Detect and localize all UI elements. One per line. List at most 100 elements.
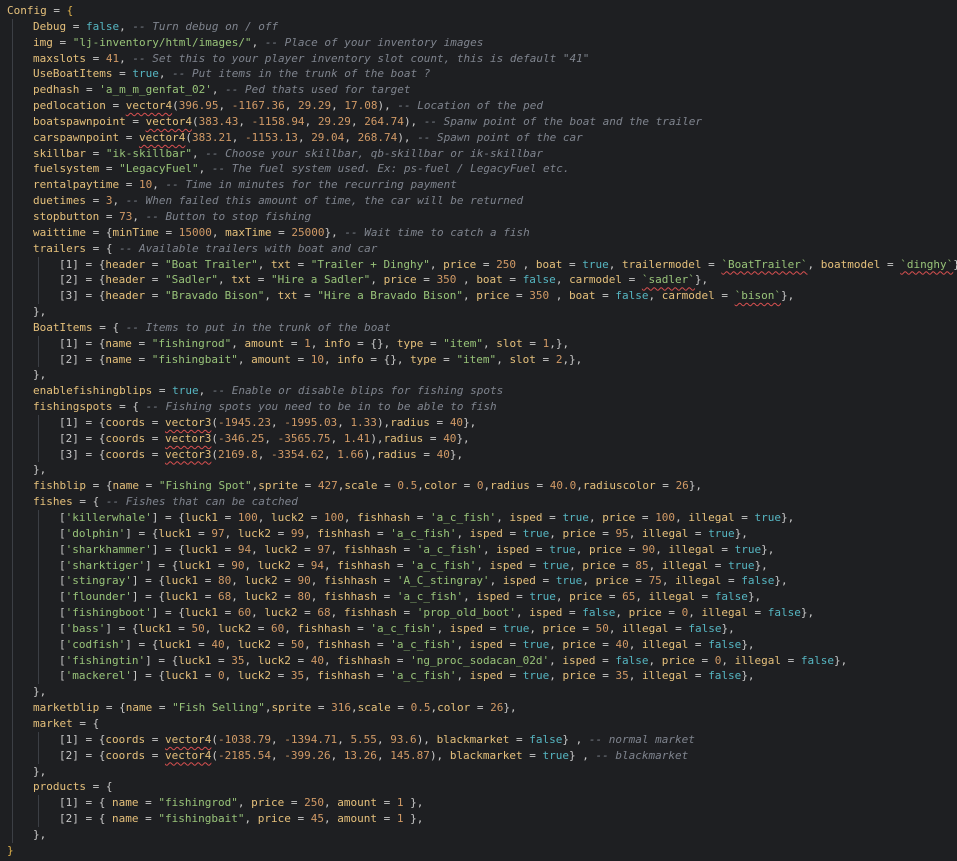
code-token: }, (953, 258, 957, 271)
code-token: true (754, 511, 782, 524)
code-token: = (152, 701, 173, 715)
code-line[interactable]: [2] = { name = "fishingbait", price = 45… (0, 811, 957, 827)
code-line[interactable]: UseBoatItems = true, -- Put items in the… (0, 66, 957, 83)
code-token: img (33, 35, 53, 49)
code-line[interactable]: }, (0, 684, 957, 701)
code-token: , (555, 590, 570, 604)
code-token: true (582, 257, 609, 271)
code-token: 'fishingtin' (65, 653, 146, 667)
code-line[interactable]: fuelsystem = "LegacyFuel", -- The fuel s… (0, 161, 957, 178)
code-line[interactable]: ['sharktiger'] = {luck1 = 90, luck2 = 94… (0, 557, 957, 574)
code-line[interactable]: ['bass'] = {luck1 = 50, luck2 = 60, fish… (0, 620, 957, 637)
code-line[interactable]: carspawnpoint = vector4(383.21, -1153.13… (0, 129, 957, 146)
code-token: [ (59, 574, 66, 588)
code-line[interactable]: trailers = { -- Available trailers with … (0, 240, 957, 257)
code-token: , (661, 574, 676, 588)
code-line[interactable]: img = "lj-inventory/html/images/", -- Pl… (0, 34, 957, 51)
code-line[interactable]: skillbar = "ik-skillbar", -- Choose your… (0, 145, 957, 162)
code-token: }, (403, 812, 424, 826)
code-line[interactable]: }, (0, 826, 957, 843)
code-token: maxslots (33, 51, 86, 65)
code-line[interactable]: products = { (0, 779, 957, 796)
code-token: = (217, 542, 238, 556)
code-token: = (370, 637, 391, 651)
code-line[interactable]: }, (0, 367, 957, 384)
code-token: coords (105, 732, 146, 746)
indent-guide (12, 525, 13, 542)
code-editor[interactable]: Config = {Debug = false, -- Turn debug o… (0, 0, 957, 861)
code-line[interactable]: } (0, 843, 957, 859)
code-line-content: ['fishingboot'] = {luck1 = 60, luck2 = 6… (7, 606, 814, 619)
code-token: 'sharktiger' (65, 558, 146, 572)
code-token: 94 (237, 542, 252, 556)
code-token: , (198, 162, 212, 176)
code-line[interactable]: pedhash = 'a_m_m_genfat_02', -- Ped that… (0, 82, 957, 99)
code-token: products (33, 780, 86, 794)
code-line[interactable]: maxslots = 41, -- Set this to your playe… (0, 50, 957, 67)
code-token: -- Time in minutes for the recurring pay… (165, 178, 457, 192)
code-line[interactable]: ['dolphin'] = {luck1 = 97, luck2 = 99, f… (0, 525, 957, 542)
code-line[interactable]: market = { (0, 715, 957, 732)
code-token: isped (529, 606, 563, 620)
code-token: luck1 (184, 511, 218, 524)
code-token: = (628, 574, 649, 588)
code-line[interactable]: ['sharkhammer'] = {luck1 = 94, luck2 = 9… (0, 541, 957, 558)
code-line[interactable]: [2] = {name = "fishingbait", amount = 10… (0, 351, 957, 368)
code-line[interactable]: pedlocation = vector4(396.95, -1167.36, … (0, 98, 957, 114)
code-line-content: enablefishingblips = true, -- Enable or … (7, 384, 503, 397)
code-line[interactable]: ['stingray'] = {luck1 = 80, luck2 = 90, … (0, 573, 957, 590)
code-token: illegal (701, 606, 748, 620)
code-token: = (198, 590, 218, 604)
code-line[interactable]: duetimes = 3, -- When failed this amount… (0, 193, 957, 209)
code-token: = (661, 606, 682, 620)
code-line[interactable]: [3] = {coords = vector3(2169.8, -3354.62… (0, 446, 957, 463)
code-line[interactable]: }, (0, 304, 957, 320)
code-line[interactable]: [1] = {name = "fishingrod", amount = 1, … (0, 335, 957, 352)
code-line[interactable]: ['codfish'] = {luck1 = 40, luck2 = 50, f… (0, 636, 957, 653)
code-token: carspawnpoint (33, 130, 120, 144)
code-line[interactable]: [3] = {header = "Bravado Bison", txt = "… (0, 288, 957, 305)
code-token: , (608, 621, 623, 635)
code-line[interactable]: }, (0, 763, 957, 780)
code-token: 350 (436, 273, 457, 287)
indent-guide (38, 557, 39, 574)
code-token: 250 (304, 796, 324, 810)
code-line[interactable]: [2] = {header = "Sadler", txt = "Hire a … (0, 272, 957, 289)
code-line[interactable]: fishes = { -- Fishes that can be catched (0, 494, 957, 510)
code-token: illegal (668, 542, 715, 556)
code-line[interactable]: fishingspots = { -- Fishing spots you ne… (0, 399, 957, 415)
code-line[interactable]: ['flounder'] = {luck1 = 68, luck2 = 80, … (0, 589, 957, 606)
code-line[interactable]: [1] = {header = "Boat Trailer", txt = "T… (0, 256, 957, 273)
code-line[interactable]: ['mackerel'] = {luck1 = 0, luck2 = 35, f… (0, 668, 957, 685)
code-line[interactable]: [2] = {coords = vector4(-2185.54, -399.2… (0, 747, 957, 764)
code-line[interactable]: BoatItems = { -- Items to put in the tru… (0, 319, 957, 336)
indent-guide (12, 113, 13, 130)
code-line[interactable]: [1] = {coords = vector4(-1038.79, -1394.… (0, 731, 957, 748)
code-line[interactable]: [2] = {coords = vector3(-346.25, -3565.7… (0, 430, 957, 447)
code-line[interactable]: Debug = false, -- Turn debug on / off (0, 18, 957, 35)
code-line[interactable]: }, (0, 462, 957, 479)
code-line[interactable]: stopbutton = 73, -- Button to stop fishi… (0, 208, 957, 225)
code-line[interactable]: ['fishingboot'] = {luck1 = 60, luck2 = 6… (0, 605, 957, 621)
code-token: [1] = { (59, 336, 106, 350)
code-token: ), (403, 114, 424, 128)
code-line[interactable]: ['fishingtin'] = {luck1 = 35, luck2 = 40… (0, 652, 957, 669)
code-token: luck1 (164, 669, 199, 683)
code-token: , (304, 669, 318, 683)
indent-guide (12, 129, 13, 146)
indent-guide (38, 652, 39, 669)
code-line[interactable]: [1] = {coords = vector3(-1945.23, -1995.… (0, 414, 957, 431)
code-line[interactable]: Config = { (0, 3, 957, 19)
code-line[interactable]: ['killerwhale'] = {luck1 = 100, luck2 = … (0, 510, 957, 526)
code-token: radius (390, 415, 430, 429)
code-token: vector3 (164, 431, 212, 445)
code-line[interactable]: enablefishingblips = true, -- Enable or … (0, 383, 957, 400)
code-line[interactable]: marketblip = {name = "Fish Selling", spri… (0, 700, 957, 716)
code-line[interactable]: waittime = {minTime = 15000, maxTime = 2… (0, 224, 957, 241)
code-token: 350 (529, 289, 550, 303)
code-line[interactable]: rentalpaytime = 10, -- Time in minutes f… (0, 177, 957, 194)
code-line[interactable]: [1] = { name = "fishingrod", price = 250… (0, 795, 957, 812)
code-token: price (251, 796, 285, 810)
code-line[interactable]: boatspawnpoint = vector4(383.43, -1158.9… (0, 113, 957, 130)
code-line[interactable]: fishblip = {name = "Fishing Spot", sprite… (0, 478, 957, 495)
